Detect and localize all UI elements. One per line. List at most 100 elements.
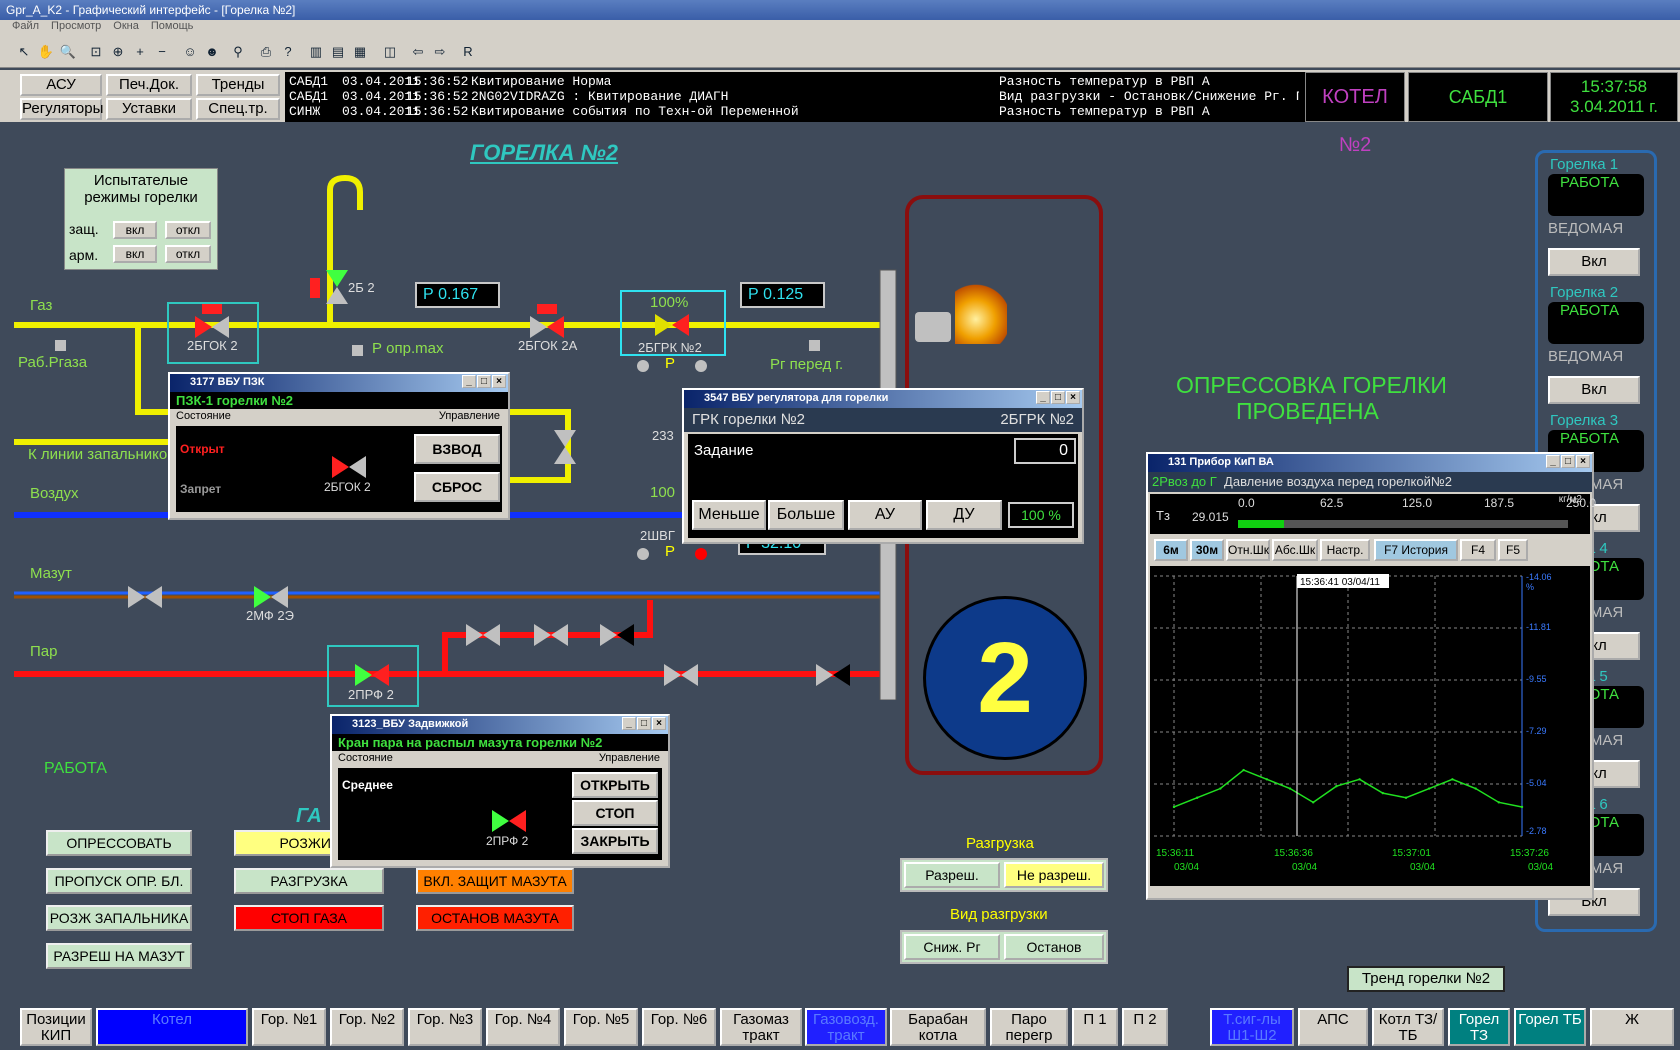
zoom-in-icon[interactable]: + (130, 42, 150, 62)
binoculars-icon[interactable]: ⚲ (228, 42, 248, 62)
refresh-icon[interactable]: R (458, 42, 478, 62)
trend-tab[interactable]: Отн.Шк (1226, 539, 1270, 561)
users-icon[interactable]: ☺ (180, 42, 200, 62)
close-icon[interactable]: × (1066, 391, 1080, 404)
bottom-nav-button[interactable]: Котел (96, 1008, 248, 1046)
valve-2bgrk2[interactable] (655, 314, 689, 336)
ne-razresh-button[interactable]: Не разреш. (1004, 862, 1104, 888)
pointer-icon[interactable]: ↖ (14, 42, 34, 62)
valve-par-5[interactable] (816, 664, 850, 686)
bottom-nav-button[interactable]: Паро перегр (990, 1008, 1068, 1046)
trend-tab[interactable]: F5 (1498, 539, 1528, 561)
dialog-zadvizhka[interactable]: 3123_ВБУ Задвижкой _ □ × Кран пара на распы… (330, 714, 670, 868)
sbros-button[interactable]: СБРОС (414, 472, 500, 502)
bottom-nav-button[interactable]: Котл ТЗ/ТБ (1372, 1008, 1444, 1046)
back-icon[interactable]: ⇦ (408, 42, 428, 62)
menu-item[interactable]: Помощь (151, 20, 194, 32)
trend-tab[interactable]: Абс.Шк (1272, 539, 1318, 561)
valve-par-2[interactable] (534, 624, 568, 646)
minimize-icon[interactable]: _ (462, 375, 476, 388)
valve-par-3[interactable] (600, 624, 634, 646)
ostanov-button[interactable]: Останов (1004, 934, 1104, 960)
trend-titlebar[interactable]: 131 Прибор КиП ВА _ □ × (1148, 454, 1592, 472)
bottom-nav-button[interactable]: П 2 (1122, 1008, 1168, 1046)
layout1-icon[interactable]: ▥ (306, 42, 326, 62)
valve-2mf2e[interactable] (254, 586, 288, 608)
zoom-out-icon[interactable]: − (152, 42, 172, 62)
panel-button[interactable]: ОПРЕССОВАТЬ (46, 830, 192, 856)
valve-2b2[interactable] (326, 270, 348, 304)
layout3-icon[interactable]: ▦ (350, 42, 370, 62)
side-burner-on-button[interactable]: Вкл (1548, 248, 1640, 276)
setpoints-button[interactable]: Уставки (106, 98, 192, 120)
close-icon[interactable]: × (1576, 455, 1590, 468)
bottom-nav-button[interactable]: Гор. №5 (564, 1008, 638, 1046)
menu-item[interactable]: Файл (12, 20, 39, 32)
zoom-icon[interactable]: 🔍 (58, 42, 78, 62)
layout2-icon[interactable]: ▤ (328, 42, 348, 62)
trend-tab[interactable]: F7 История (1374, 539, 1458, 561)
valve-par-4[interactable] (664, 664, 698, 686)
bolshe-button[interactable]: Больше (768, 500, 844, 530)
print-icon[interactable]: ⎙ (256, 42, 276, 62)
valve-2bgok2a[interactable] (530, 316, 564, 338)
au-button[interactable]: АУ (848, 500, 922, 530)
bottom-nav-button[interactable]: П 1 (1072, 1008, 1118, 1046)
bottom-nav-button[interactable]: Гор. №4 (486, 1008, 560, 1046)
hand-icon[interactable]: ✋ (36, 42, 56, 62)
panel-button[interactable]: СТОП ГАЗА (234, 905, 384, 931)
du-button[interactable]: ДУ (926, 500, 1002, 530)
maximize-icon[interactable]: □ (637, 717, 651, 730)
valve-vertical[interactable] (554, 430, 576, 464)
trend-burner-button[interactable]: Тренд горелки №2 (1347, 966, 1505, 992)
trend-chart[interactable]: 15:36:41 03/04/11 -14.06% -11.81 -9.55 -7.29… (1150, 566, 1590, 886)
bottom-nav-button[interactable]: Гор. №6 (642, 1008, 716, 1046)
spec-button[interactable]: Спец.тр. (196, 98, 280, 120)
minimize-icon[interactable]: _ (1546, 455, 1560, 468)
bottom-nav-button[interactable]: Газовозд. тракт (805, 1008, 887, 1046)
close-icon[interactable]: × (652, 717, 666, 730)
zoom-fit-icon[interactable]: ⊡ (86, 42, 106, 62)
bottom-nav-button[interactable]: Ж (1590, 1008, 1674, 1046)
trend-tab[interactable]: Настр. (1320, 539, 1370, 561)
maximize-icon[interactable]: □ (477, 375, 491, 388)
close-button[interactable]: ЗАКРЫТЬ (572, 828, 658, 854)
dialog-zad-titlebar[interactable]: 3123_ВБУ Задвижкой _ □ × (332, 716, 668, 734)
bottom-nav-button[interactable]: Гор. №1 (252, 1008, 326, 1046)
menu-item[interactable]: Окна (113, 20, 139, 32)
stop-button[interactable]: СТОП (572, 800, 658, 826)
trend-tab[interactable]: 30м (1190, 539, 1224, 561)
bottom-nav-button[interactable]: Гор. №3 (408, 1008, 482, 1046)
zadanie-value[interactable]: 0 (1014, 438, 1076, 464)
panel-button[interactable]: РОЗЖ ЗАПАЛЬНИКА (46, 905, 192, 931)
bottom-nav-button[interactable]: Горел ТЗ (1448, 1008, 1510, 1046)
bottom-nav-button[interactable]: Газомаз тракт (720, 1008, 802, 1046)
asu-button[interactable]: АСУ (20, 74, 102, 96)
valve-par-1[interactable] (466, 624, 500, 646)
panel-button[interactable]: ВКЛ. ЗАЩИТ МАЗУТА (416, 868, 574, 894)
maximize-icon[interactable]: □ (1051, 391, 1065, 404)
snizh-rg-button[interactable]: Сниж. Рг (904, 934, 1000, 960)
razresh-button[interactable]: Разреш. (904, 862, 1000, 888)
window-icon[interactable]: ◫ (380, 42, 400, 62)
bottom-nav-button[interactable]: Позиции КИП (20, 1008, 92, 1046)
panel-button[interactable]: РАЗГРУЗКА (234, 868, 384, 894)
bottom-nav-button[interactable]: Горел ТБ (1514, 1008, 1586, 1046)
bottom-nav-button[interactable]: Т.сиг-лы Ш1-Ш2 (1210, 1008, 1294, 1046)
panel-button[interactable]: ПРОПУСК ОПР. БЛ. (46, 868, 192, 894)
trend-tab[interactable]: F4 (1460, 539, 1496, 561)
maximize-icon[interactable]: □ (1561, 455, 1575, 468)
minimize-icon[interactable]: _ (622, 717, 636, 730)
regulators-button[interactable]: Регуляторы (20, 98, 103, 120)
bottom-nav-button[interactable]: Барабан котла (890, 1008, 986, 1046)
vzvod-button[interactable]: ВЗВОД (414, 434, 500, 464)
trend-window[interactable]: 131 Прибор КиП ВА _ □ × 2Рвоз до Г Давление… (1146, 452, 1596, 900)
zoom-window-icon[interactable]: ⊕ (108, 42, 128, 62)
dialog-pzk[interactable]: 3177 ВБУ ПЗК _ □ × ПЗК-1 горелки №2 Состоян… (168, 372, 510, 520)
side-burner-on-button[interactable]: Вкл (1548, 376, 1640, 404)
dialog-reg-titlebar[interactable]: 3547 ВБУ регулятора для горелки _ □ × (684, 390, 1082, 408)
dialog-pzk-titlebar[interactable]: 3177 ВБУ ПЗК _ □ × (170, 374, 508, 392)
valve-mazut-1[interactable] (128, 586, 162, 608)
trend-tab[interactable]: 6м (1154, 539, 1188, 561)
menshe-button[interactable]: Меньше (692, 500, 766, 530)
